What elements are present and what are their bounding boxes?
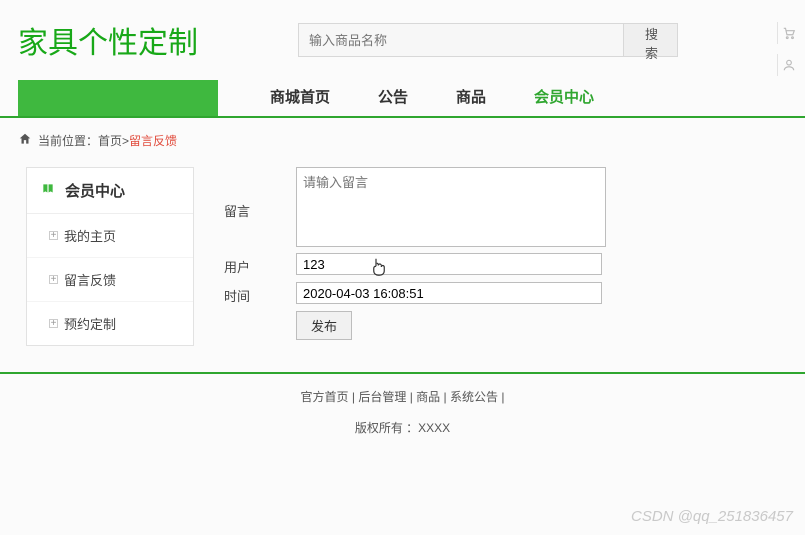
nav-category-block[interactable] [18,80,218,116]
nav-home[interactable]: 商城首页 [246,80,354,116]
cart-icon[interactable] [777,22,799,44]
nav-goods[interactable]: 商品 [432,80,510,116]
breadcrumb-home[interactable]: 首页 [98,132,122,149]
user-label: 用户 [224,253,296,276]
message-label: 留言 [224,167,296,220]
user-icon[interactable] [777,54,799,76]
plus-icon: + [49,231,58,240]
footer-sep: | [498,390,504,404]
breadcrumb-current: 留言反馈 [129,132,177,149]
sidebar-item-feedback[interactable]: + 留言反馈 [27,258,193,302]
home-icon [18,132,32,149]
breadcrumb: 当前位置： 首页 > 留言反馈 [0,118,805,163]
footer-sep: | [440,390,450,404]
publish-button[interactable]: 发布 [296,311,352,340]
sidebar-item-myhome[interactable]: + 我的主页 [27,214,193,258]
plus-icon: + [49,319,58,328]
user-field[interactable] [296,253,602,275]
sidebar-title: 会员中心 [27,168,193,214]
time-field[interactable] [296,282,602,304]
sidebar-item-label: 预约定制 [64,314,116,333]
watermark: CSDN @qq_251836457 [631,508,793,525]
message-textarea[interactable] [296,167,606,247]
footer-sep: | [349,390,359,404]
sidebar-item-label: 留言反馈 [64,270,116,289]
search-input[interactable] [298,23,624,57]
sidebar-item-custom[interactable]: + 预约定制 [27,302,193,345]
sidebar: 会员中心 + 我的主页 + 留言反馈 + 预约定制 [26,167,194,346]
nav-notice[interactable]: 公告 [354,80,432,116]
breadcrumb-sep: > [122,134,129,148]
main-nav: 商城首页 公告 商品 会员中心 [218,80,618,116]
breadcrumb-prefix: 当前位置： [38,132,98,149]
footer-sep: | [406,390,416,404]
search-button[interactable]: 搜 索 [624,23,678,57]
site-logo: 家具个性定制 [18,18,278,62]
time-label: 时间 [224,282,296,305]
footer-link-admin[interactable]: 后台管理 [358,390,406,404]
feedback-form: 留言 用户 时间 发布 [194,167,787,346]
book-icon [41,182,55,200]
footer-link-goods[interactable]: 商品 [416,390,440,404]
footer-link-home[interactable]: 官方首页 [301,390,349,404]
footer-link-notice[interactable]: 系统公告 [450,390,498,404]
footer: 官方首页 | 后台管理 | 商品 | 系统公告 | 版权所有 ：XXXX [0,374,805,436]
footer-copyright: 版权所有 ：XXXX [0,419,805,436]
nav-member[interactable]: 会员中心 [510,80,618,116]
sidebar-title-label: 会员中心 [65,180,125,201]
sidebar-item-label: 我的主页 [64,226,116,245]
plus-icon: + [49,275,58,284]
